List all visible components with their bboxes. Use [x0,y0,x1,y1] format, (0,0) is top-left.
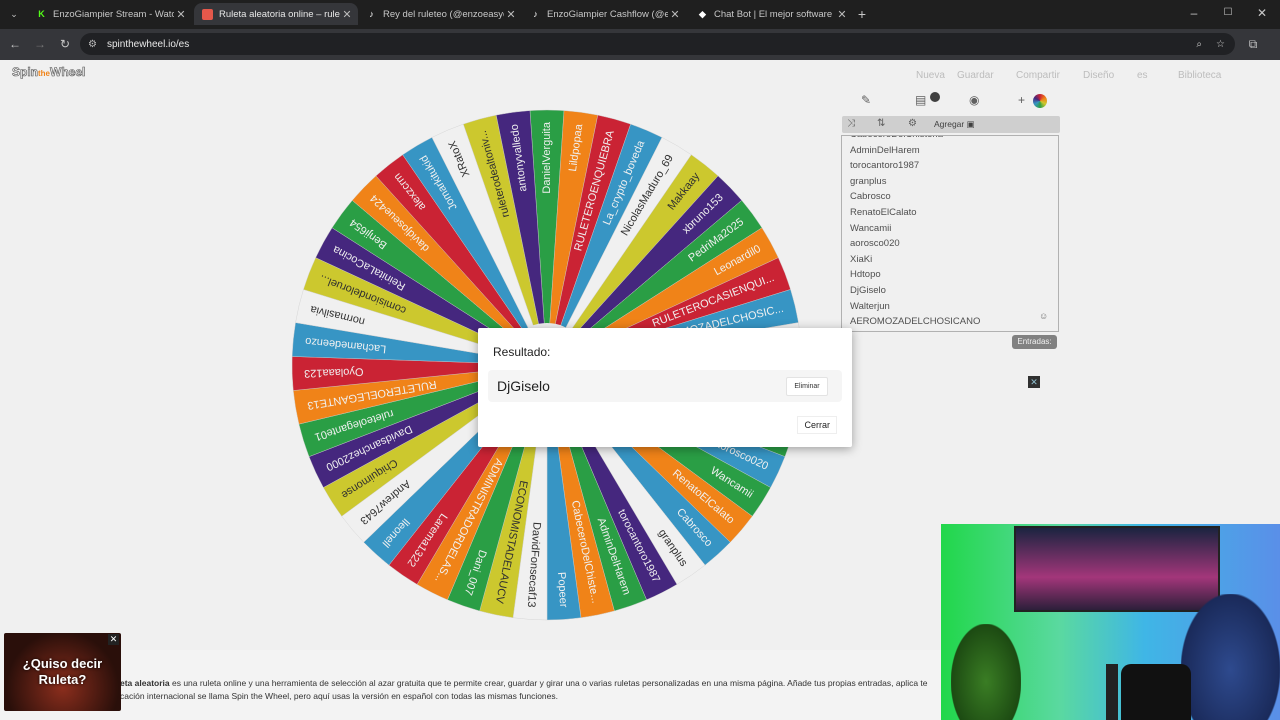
extensions-puzzle-icon[interactable]: ⧉ [1245,36,1261,52]
tab-title: Ruleta aleatoria online – ruleta [219,8,340,20]
result-dialog: Resultado: DjGiselo Eliminar Cerrar [478,328,852,447]
chair [1121,664,1191,720]
tab-close-icon[interactable]: ✕ [174,8,188,21]
microphone [1106,664,1118,720]
tab-title: EnzoGiampier Stream - Watch l [53,8,174,20]
new-tab-plus-icon[interactable]: + [854,6,870,22]
reload-icon[interactable]: ↻ [57,36,73,52]
browser-tab[interactable]: K EnzoGiampier Stream - Watch l ✕ [28,3,192,25]
result-row: DjGiselo Eliminar [488,370,842,402]
tab-title: Chat Bot | El mejor software pa [714,8,835,20]
tab-title: Rey del ruleteo (@enzoeasycash [383,8,504,20]
tab-title: EnzoGiampier Cashflow (@enz [547,8,668,20]
tab-close-icon[interactable]: ✕ [668,8,682,21]
tab-list-chevron-icon[interactable]: ⌄ [6,6,22,22]
tab-close-icon[interactable]: ✕ [835,8,849,21]
close-promo-icon[interactable]: ✕ [108,634,119,645]
window-minimize-icon[interactable]: – [1186,5,1202,21]
back-arrow-icon[interactable]: ← [7,36,23,52]
tab-close-icon[interactable]: ✕ [504,8,518,21]
tab-favicon-icon: ♪ [369,9,374,19]
tab-favicon-icon: ♪ [533,9,538,19]
browser-tab[interactable]: Ruleta aleatoria online – ruleta ✕ [194,3,358,25]
result-value: DjGiselo [497,378,550,394]
browser-tab[interactable]: ♪ Rey del ruleteo (@enzoeasycash✕ [358,3,522,25]
bookmark-star-icon[interactable]: ☆ [1216,39,1225,50]
tab-close-icon[interactable]: ✕ [340,8,354,21]
webcam-overlay [941,524,1280,720]
forward-arrow-icon[interactable]: → [32,36,48,52]
plant-left [951,624,1021,720]
promo-overlay: ¿Quiso decir Ruleta? ✕ [4,633,121,711]
plant-right [1181,594,1280,720]
browser-tab-bar: ⌄ K EnzoGiampier Stream - Watch l ✕ Ruleta … [0,0,1280,29]
window-close-icon[interactable]: ✕ [1254,5,1270,21]
promo-text: ¿Quiso decir Ruleta? [22,656,103,687]
tab-favicon-icon: K [38,9,45,19]
zoom-magnifier-icon[interactable]: ⌕ [1196,39,1202,50]
browser-tab[interactable]: ◆ Chat Bot | El mejor software pa ✕ [689,3,853,25]
address-bar[interactable]: ⚙ spinthewheel.io/es ⌕ ☆ [80,33,1235,55]
url-text: spinthewheel.io/es [106,38,190,50]
window-maximize-icon[interactable]: ☐ [1220,5,1236,21]
tab-favicon-icon [202,8,213,20]
close-button[interactable]: Cerrar [797,416,837,434]
browser-tab[interactable]: ♪ EnzoGiampier Cashflow (@enz ✕ [522,3,686,25]
dialog-title: Resultado: [493,345,551,359]
tab-favicon-icon: ◆ [699,8,706,19]
site-settings-icon[interactable]: ⚙ [88,39,97,50]
delete-button[interactable]: Eliminar [786,377,828,396]
